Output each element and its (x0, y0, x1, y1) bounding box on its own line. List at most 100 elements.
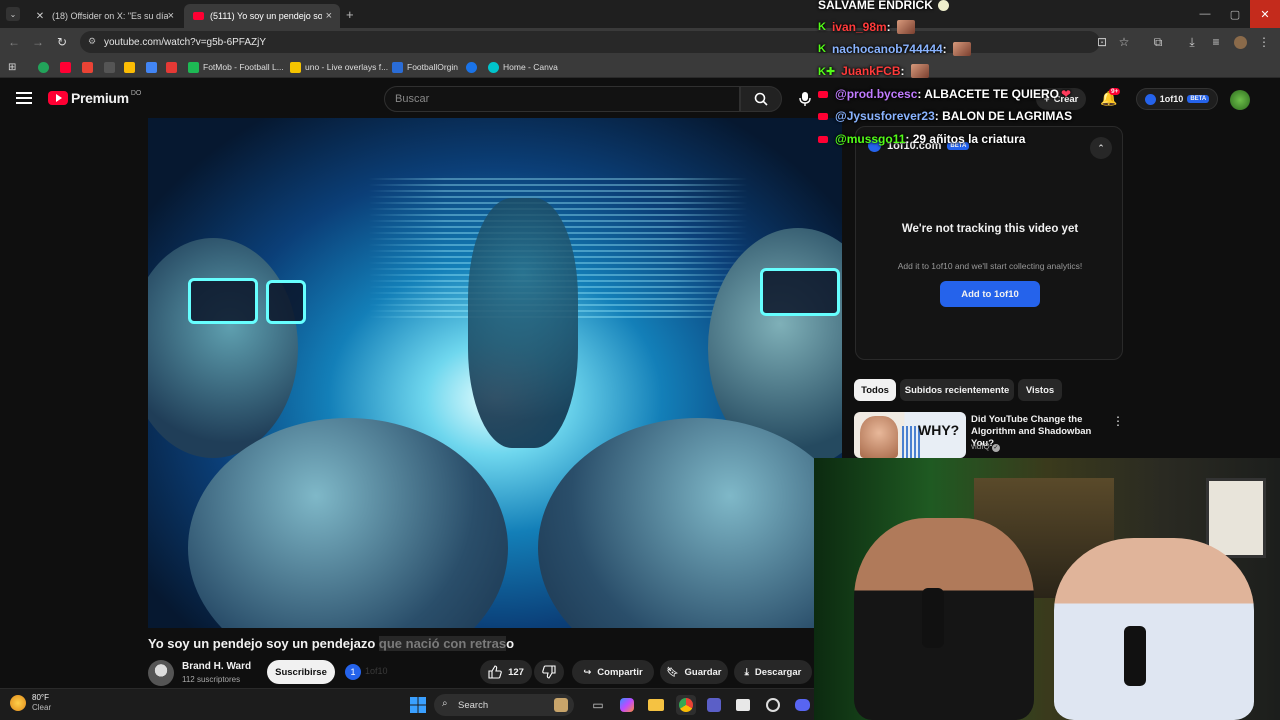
chrome-icon[interactable] (676, 695, 696, 715)
video-title: Yo soy un pendejo soy un pendejazo que n… (148, 636, 515, 651)
file-explorer-icon[interactable] (646, 695, 666, 715)
bookmark-icon-dark[interactable] (104, 60, 119, 74)
extensions-icon[interactable]: ⧉ (1150, 34, 1166, 50)
maximize-icon[interactable]: ▢ (1220, 0, 1250, 28)
share-button[interactable]: ↪ Compartir (572, 660, 654, 684)
hamburger-menu-icon[interactable] (16, 92, 32, 104)
youtube-premium-logo[interactable]: Premium DO (48, 90, 141, 106)
title-highlight: que nació con retras (378, 636, 507, 651)
forward-icon[interactable]: → (30, 34, 46, 50)
weather-icon (10, 695, 26, 711)
bookmark-icon-green[interactable] (38, 60, 53, 74)
new-tab-icon[interactable]: + (346, 7, 354, 22)
teams-icon[interactable] (704, 695, 724, 715)
add-to-oneof10-button[interactable]: Add to 1of10 (940, 281, 1040, 307)
chat-user: ivan_98m (831, 20, 887, 34)
notifications-bell-icon[interactable]: 🔔 9+ (1100, 88, 1121, 107)
bookmark-icon-gmail[interactable] (82, 60, 97, 74)
obs-icon[interactable] (763, 695, 783, 715)
chat-user: JuankFCB (841, 64, 901, 78)
video-dancer-center (468, 198, 578, 448)
chat-user: @prod.bycesc (835, 87, 918, 101)
bookmark-canva[interactable]: Home - Canva (488, 60, 558, 74)
task-view-icon[interactable]: ▭ (588, 695, 608, 715)
chip-todos[interactable]: Todos (854, 379, 896, 401)
back-icon[interactable]: ← (6, 34, 22, 50)
search-input[interactable]: Buscar (384, 86, 740, 112)
recommended-thumbnail[interactable]: WHY? (854, 412, 966, 458)
voice-search-icon[interactable] (794, 88, 816, 110)
bookmark-icon-edge[interactable] (466, 60, 481, 74)
download-icon[interactable]: ⤓ (1184, 34, 1200, 50)
oneof10-panel: 1of10.com BETA ⌃ We're not tracking this… (855, 126, 1123, 360)
notification-count-badge: 9+ (1109, 88, 1121, 95)
bookmark-uno[interactable]: uno - Live overlays f... (290, 60, 388, 74)
channel-avatar[interactable] (148, 660, 174, 686)
chat-user: @Jysusforever23 (835, 109, 935, 123)
download-icon: ⤓ (744, 666, 749, 678)
recommended-video[interactable]: WHY? Did YouTube Change the Algorithm an… (854, 412, 1124, 458)
bookmark-icon-youtube[interactable] (60, 60, 75, 74)
tab-search-icon[interactable]: ⌄ (6, 7, 20, 21)
like-button[interactable]: 127 (480, 660, 532, 684)
channel-name[interactable]: Brand H. Ward (182, 661, 251, 672)
more-options-icon[interactable]: ⋮ (1112, 414, 1124, 428)
bookmark-icon-red[interactable] (166, 60, 181, 74)
profile-avatar-icon[interactable] (1232, 34, 1248, 50)
minimize-icon[interactable]: — (1190, 0, 1220, 28)
kick-icon: K✚ (818, 65, 836, 78)
install-app-icon[interactable]: ⊡ (1094, 34, 1110, 50)
browser-tab-strip: ⌄ ✕ (18) Offsider on X: "Es su día. D × … (0, 0, 1280, 28)
oneof10-extension-button[interactable]: 1of10 BETA (1136, 88, 1218, 110)
save-button[interactable]: 🔖︎ Guardar (660, 660, 728, 684)
thumbs-down-icon (542, 665, 556, 679)
tab-youtube-video[interactable]: (5111) Yo soy un pendejo soy u × (184, 4, 340, 28)
chip-vistos[interactable]: Vistos (1018, 379, 1062, 401)
webcam-overlay (814, 458, 1280, 720)
apps-grid-icon[interactable]: ⊞ (8, 60, 16, 74)
oneof10-small-label: 1of10 (365, 666, 388, 676)
video-figure-left (148, 238, 298, 458)
oneof10-small-icon[interactable]: 1 (345, 664, 361, 680)
taskbar-search-input[interactable]: ⌕ Search (434, 694, 574, 716)
tab-offsider[interactable]: ✕ (18) Offsider on X: "Es su día. D × (26, 4, 182, 28)
bookmark-icon-drive[interactable] (124, 60, 139, 74)
reading-list-icon[interactable]: ≡ (1208, 34, 1224, 50)
chat-user: @mussgo11 (835, 132, 906, 146)
menu-kebab-icon[interactable]: ⋮ (1256, 34, 1272, 50)
url-text: youtube.com/watch?v=g5b-6PFAZjY (104, 36, 267, 48)
dislike-button[interactable] (534, 660, 564, 684)
search-button[interactable] (740, 86, 782, 112)
channel-subscriber-count: 112 suscriptores (182, 675, 241, 684)
bookmark-star-icon[interactable]: ☆ (1116, 34, 1132, 50)
kick-icon: K (818, 43, 826, 55)
store-icon[interactable] (733, 695, 753, 715)
webcam-microphone (1124, 626, 1146, 686)
chat-emote-icon (910, 64, 929, 78)
user-avatar[interactable] (1230, 90, 1250, 110)
video-player[interactable] (148, 118, 842, 628)
reload-icon[interactable]: ↻ (54, 34, 70, 50)
bookmark-footballorgin[interactable]: FootballOrgin (392, 60, 458, 74)
chip-subidos-recientemente[interactable]: Subidos recientemente (900, 379, 1014, 401)
discord-icon[interactable] (792, 695, 812, 715)
chat-emote-icon (952, 42, 971, 56)
chat-message: SALVAME ENDRICK (818, 0, 949, 12)
site-info-icon[interactable]: ⚙ (88, 36, 96, 47)
tab-title: (5111) Yo soy un pendejo soy u (210, 11, 322, 21)
chat-message: K nachocanob744444 : (818, 42, 971, 56)
subscribe-button[interactable]: Suscribirse (267, 660, 335, 684)
close-icon[interactable]: × (168, 10, 174, 22)
webcam-microphone (922, 588, 944, 648)
close-icon[interactable]: × (326, 10, 332, 22)
collapse-chevron-icon[interactable]: ⌃ (1090, 137, 1112, 159)
weather-widget[interactable]: 80°F Clear (10, 693, 51, 713)
window-close-icon[interactable]: ✕ (1250, 0, 1280, 28)
download-button[interactable]: ⤓ Descargar (734, 660, 812, 684)
bookmark-icon-blue[interactable] (146, 60, 161, 74)
bookmark-icon: 🔖︎ (666, 666, 679, 678)
copilot-icon[interactable] (617, 695, 637, 715)
chat-emote-icon (896, 20, 915, 34)
windows-start-icon[interactable] (408, 695, 428, 715)
bookmark-fotmob[interactable]: FotMob - Football L... (188, 60, 284, 74)
